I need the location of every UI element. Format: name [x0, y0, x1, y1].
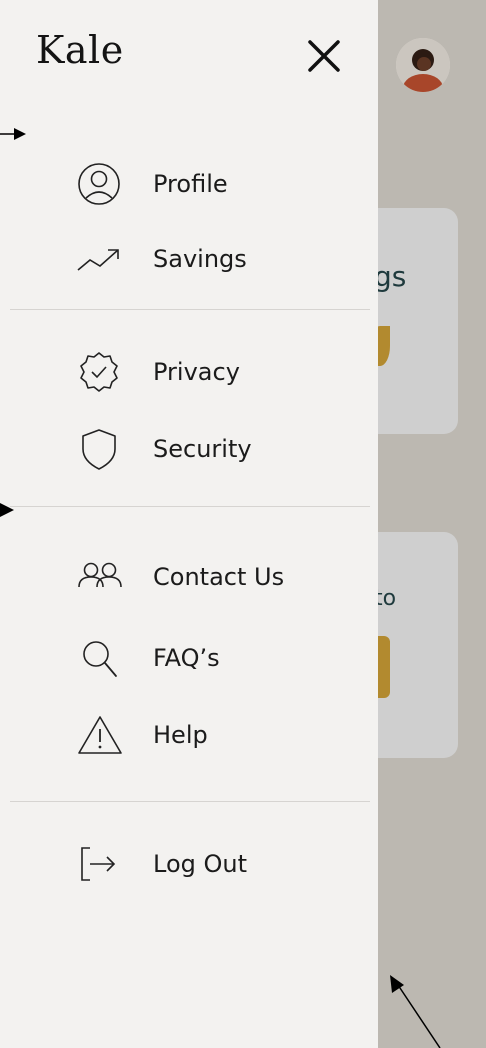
annotation-arrows — [0, 128, 441, 1048]
